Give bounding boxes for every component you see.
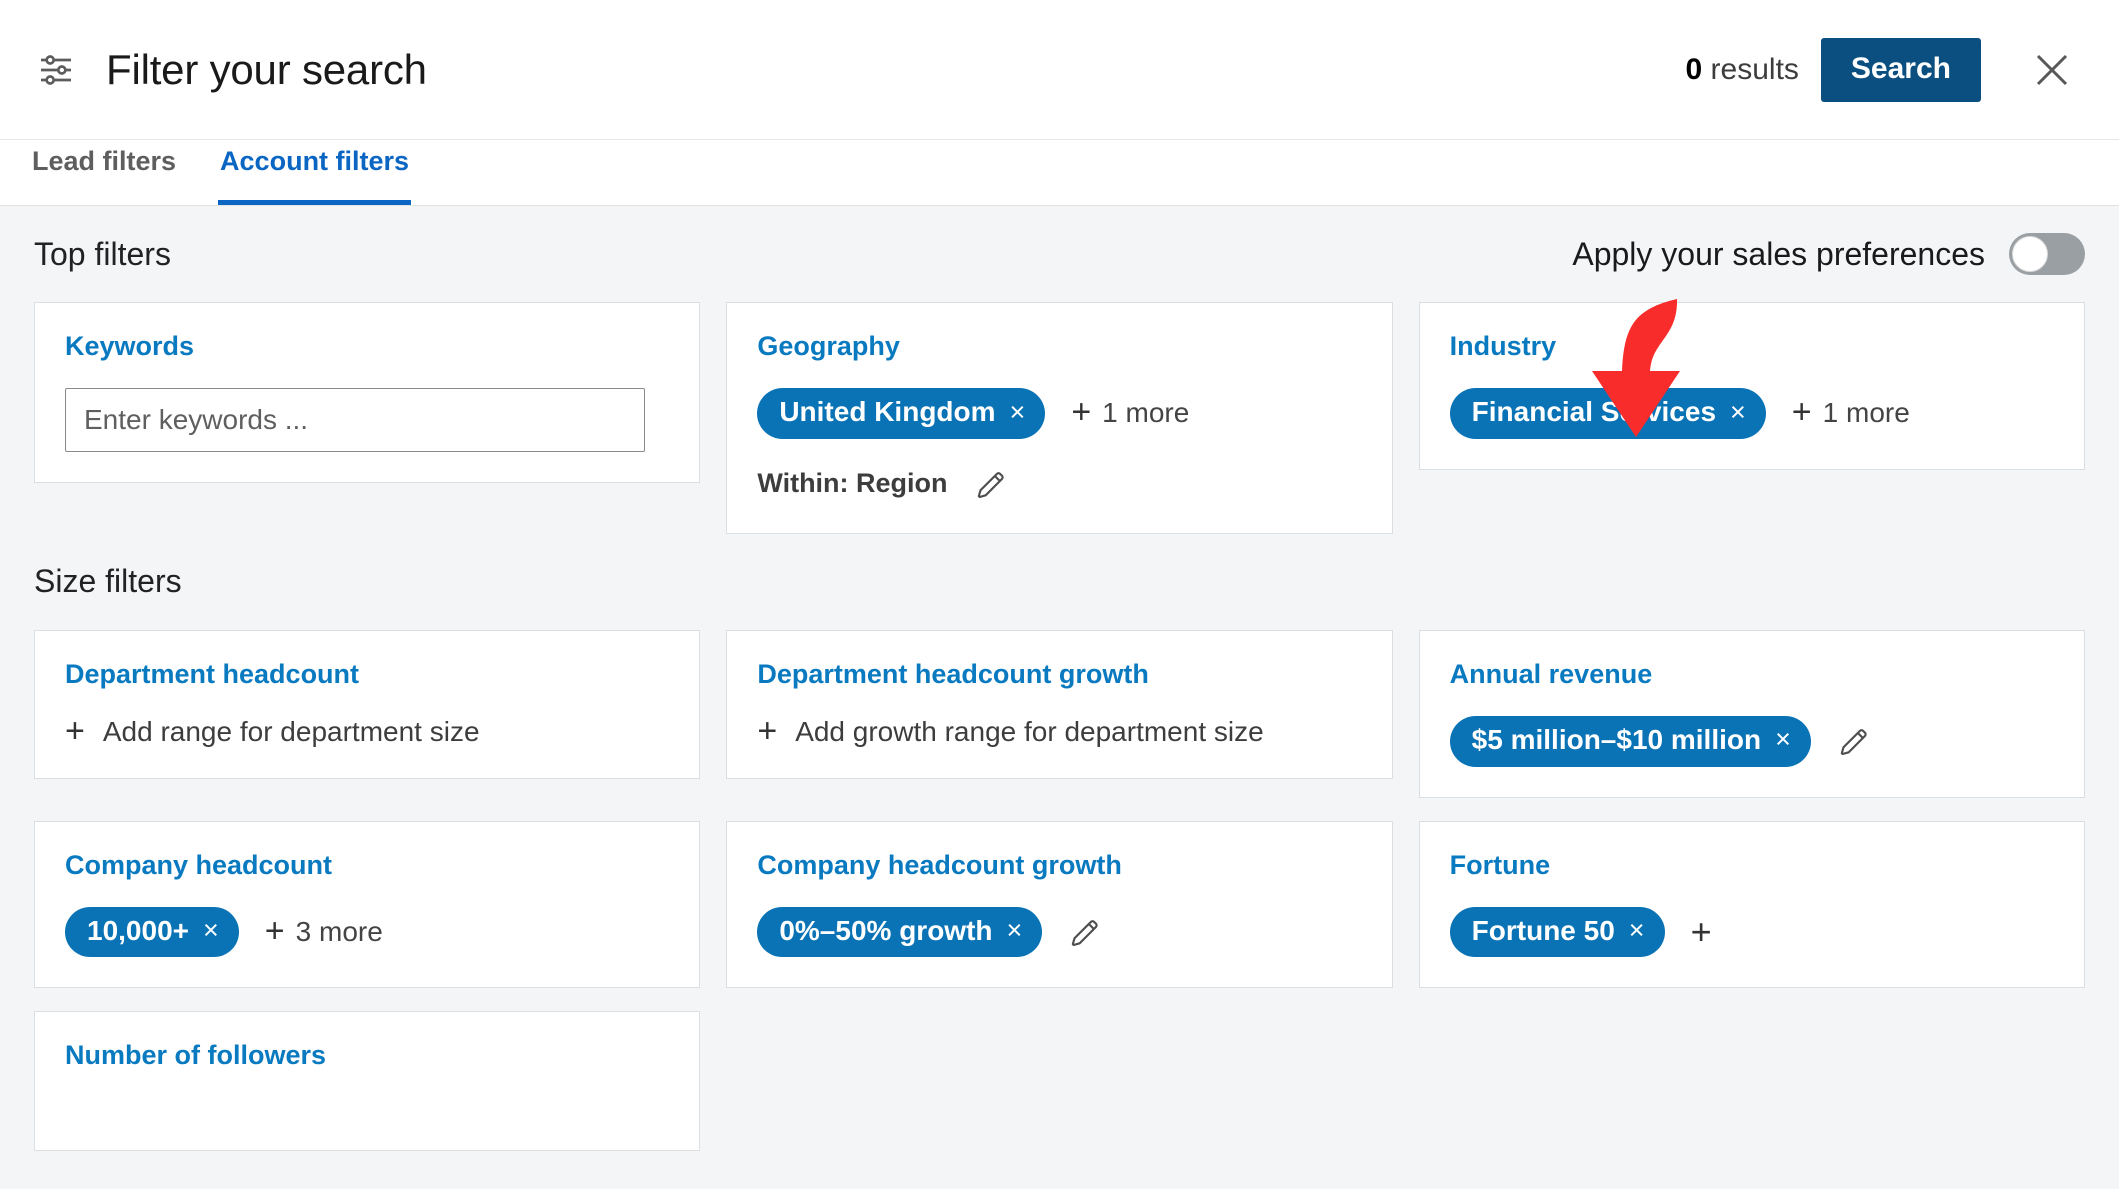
filter-search-panel: Filter your search 0 results Search Lead… [0, 0, 2119, 1189]
geography-more-button[interactable]: + 1 more [1071, 393, 1190, 432]
pill-remove-icon[interactable]: × [1775, 725, 1791, 755]
close-icon[interactable] [2025, 43, 2079, 97]
department-headcount-growth-title: Department headcount growth [757, 658, 1149, 689]
filter-card-fortune: Fortune Fortune 50 × + [1418, 820, 2085, 989]
keywords-input[interactable] [65, 388, 645, 452]
filter-pill-company-headcount-growth[interactable]: 0%–50% growth × [757, 906, 1043, 958]
filter-card-department-headcount: Department headcount + Add range for dep… [34, 629, 701, 779]
filter-card-keywords: Keywords [34, 302, 701, 483]
geography-within-label: Within: Region [757, 468, 948, 499]
filter-pill-company-headcount[interactable]: 10,000+ × [65, 906, 239, 958]
fortune-title: Fortune [1449, 849, 1551, 880]
filter-card-number-of-followers: Number of followers [34, 1011, 701, 1152]
sales-preferences-label: Apply your sales preferences [1572, 235, 1985, 272]
number-of-followers-title: Number of followers [65, 1040, 327, 1071]
geography-within-row: Within: Region [757, 465, 1361, 503]
filter-card-geography: Geography United Kingdom × + 1 more With… [726, 302, 1393, 534]
top-filters-header: Top filters Apply your sales preferences [34, 206, 2085, 302]
header-right-group: 0 results Search [1686, 37, 2079, 102]
plus-icon: + [1791, 393, 1812, 432]
keywords-card-body [65, 388, 669, 452]
department-headcount-body: + Add range for department size [65, 711, 669, 750]
add-department-range-button[interactable]: + Add range for department size [65, 711, 480, 750]
pill-remove-icon[interactable]: × [1007, 915, 1023, 946]
industry-more-button[interactable]: + 1 more [1791, 393, 1910, 432]
fortune-body: Fortune 50 × + [1449, 906, 2054, 958]
sales-preferences-group: Apply your sales preferences [1572, 233, 2085, 275]
size-filters-header: Size filters [34, 534, 2085, 630]
pill-label: Fortune 50 [1471, 914, 1615, 946]
pill-remove-icon[interactable]: × [203, 915, 219, 946]
company-headcount-growth-body: 0%–50% growth × [757, 906, 1361, 958]
add-department-growth-range-label: Add growth range for department size [795, 715, 1264, 747]
department-headcount-title: Department headcount [65, 658, 360, 689]
company-headcount-growth-title: Company headcount growth [757, 849, 1122, 880]
filter-pill-united-kingdom[interactable]: United Kingdom × [757, 388, 1046, 439]
plus-icon: + [264, 912, 285, 951]
filters-body: Top filters Apply your sales preferences… [0, 206, 2119, 1188]
top-filters-title: Top filters [34, 235, 171, 272]
filter-card-industry: Industry Financial Services × + 1 more [1418, 302, 2085, 470]
search-button[interactable]: Search [1820, 37, 1981, 102]
filter-pill-financial-services[interactable]: Financial Services × [1449, 388, 1766, 439]
top-filters-grid: Keywords Geography United Kingdom × + 1 … [34, 302, 2085, 534]
results-count: 0 results [1686, 53, 1799, 87]
size-filters-title: Size filters [34, 563, 182, 600]
filter-card-company-headcount-growth: Company headcount growth 0%–50% growth × [726, 820, 1393, 989]
fortune-add-plus-icon[interactable]: + [1691, 914, 1712, 950]
filter-pill-fortune-50[interactable]: Fortune 50 × [1449, 906, 1665, 958]
company-headcount-more-label: 3 more [295, 915, 383, 947]
geography-more-label: 1 more [1102, 397, 1190, 429]
company-headcount-body: 10,000+ × + 3 more [65, 906, 669, 958]
pill-remove-icon[interactable]: × [1010, 397, 1026, 428]
pill-remove-icon[interactable]: × [1629, 915, 1645, 946]
add-department-growth-range-button[interactable]: + Add growth range for department size [757, 711, 1264, 750]
header-left-group: Filter your search [34, 46, 427, 94]
industry-card-body: Financial Services × + 1 more [1449, 388, 2054, 439]
pill-label: Financial Services [1471, 396, 1717, 427]
annual-revenue-body: $5 million–$10 million × [1449, 715, 2054, 767]
tab-lead-filters[interactable]: Lead filters [32, 140, 176, 205]
pencil-icon[interactable] [972, 465, 1010, 503]
pill-label: 10,000+ [87, 914, 189, 946]
tab-account-filters[interactable]: Account filters [218, 140, 412, 205]
pencil-icon[interactable] [1066, 913, 1104, 951]
page-title: Filter your search [106, 45, 427, 93]
filter-card-annual-revenue: Annual revenue $5 million–$10 million × [1418, 629, 2085, 798]
pill-label: United Kingdom [779, 396, 996, 427]
plus-icon: + [1071, 393, 1092, 432]
department-headcount-growth-body: + Add growth range for department size [757, 711, 1361, 750]
pill-label: 0%–50% growth [779, 914, 993, 946]
pill-remove-icon[interactable]: × [1730, 397, 1746, 428]
industry-more-label: 1 more [1822, 397, 1910, 429]
keywords-card-title: Keywords [65, 331, 195, 361]
filter-card-company-headcount: Company headcount 10,000+ × + 3 more [34, 820, 701, 989]
pencil-icon[interactable] [1835, 722, 1873, 760]
size-filters-grid: Department headcount + Add range for dep… [34, 629, 2085, 1152]
sales-preferences-toggle[interactable] [2009, 233, 2085, 275]
pill-label: $5 million–$10 million [1471, 723, 1762, 755]
results-number: 0 [1685, 52, 1703, 86]
geography-card-title: Geography [757, 331, 900, 361]
results-label: results [1702, 52, 1799, 86]
filter-sliders-icon [34, 50, 78, 90]
plus-icon: + [757, 711, 778, 750]
filter-card-department-headcount-growth: Department headcount growth + Add growth… [726, 629, 1393, 779]
company-headcount-more-button[interactable]: + 3 more [264, 912, 383, 951]
add-department-range-label: Add range for department size [102, 715, 480, 747]
geography-card-body: United Kingdom × + 1 more [757, 388, 1361, 439]
panel-header: Filter your search 0 results Search [0, 0, 2119, 140]
industry-card-title: Industry [1449, 331, 1557, 361]
toggle-knob [2012, 236, 2048, 272]
filter-tabs: Lead filters Account filters [0, 140, 2119, 206]
plus-icon: + [65, 711, 85, 750]
annual-revenue-title: Annual revenue [1449, 658, 1653, 689]
filter-pill-annual-revenue[interactable]: $5 million–$10 million × [1449, 715, 1811, 767]
company-headcount-title: Company headcount [65, 849, 333, 880]
